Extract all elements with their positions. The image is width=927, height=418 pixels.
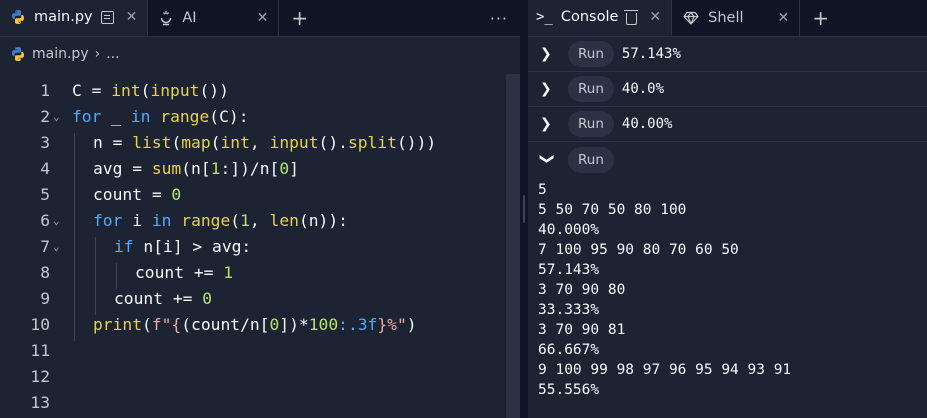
run-result: 40.0% [621, 81, 665, 97]
line-number: 8 [40, 262, 50, 282]
run-button[interactable]: Run [568, 41, 614, 67]
run-entry[interactable]: ❯ Run 40.0% [528, 72, 927, 107]
line-number: 13 [30, 392, 50, 412]
line-number: 1 [40, 80, 50, 100]
code-line: 9 count += 0 [0, 285, 500, 315]
console-output-line: 3 70 90 81 [538, 322, 626, 338]
tab-label: Shell [708, 10, 744, 26]
add-tab-button[interactable]: + [800, 0, 841, 36]
run-entry[interactable]: ❯ Run 40.00% [528, 107, 927, 142]
chevron-down-icon[interactable]: ❯ [539, 153, 555, 167]
chevron-right-icon[interactable]: ❯ [540, 116, 568, 132]
line-number: 10 [30, 314, 50, 334]
code-line: 4 avg = sum(n[1:])/n[0] [0, 155, 500, 185]
tab-label: main.py [34, 9, 93, 25]
console-output-line: 5 50 70 50 80 100 [538, 202, 687, 218]
editor-tabbar: main.py ✕ AI ✕ + ··· [0, 0, 520, 37]
breadcrumb: main.py › ... [0, 37, 520, 71]
line-number: 3 [40, 132, 50, 152]
breadcrumb-rest[interactable]: ... [106, 46, 119, 62]
close-icon[interactable]: ✕ [126, 9, 138, 25]
terminal-prompt-icon: >_ [536, 9, 553, 25]
line-number: 6 [40, 210, 50, 230]
close-icon[interactable]: ✕ [257, 10, 269, 26]
document-icon[interactable] [100, 10, 114, 24]
trash-icon[interactable] [624, 9, 639, 25]
close-icon[interactable]: ✕ [649, 9, 661, 25]
editor-pane: main.py ✕ AI ✕ + ··· main.py › ... 1 C =… [0, 0, 520, 418]
console-output-line: 55.556% [538, 382, 600, 398]
console-output-line: 5 [538, 182, 547, 198]
chevron-right-icon[interactable]: ❯ [540, 81, 568, 97]
line-number: 9 [40, 288, 50, 308]
editor-scrollbar[interactable] [506, 74, 520, 418]
code-line: 2 ⌄ for _ in range(C): [0, 103, 500, 129]
breadcrumb-file[interactable]: main.py [32, 46, 89, 62]
pane-resize-handle[interactable] [520, 0, 528, 418]
console-output-line: 7 100 95 90 80 70 60 50 [538, 242, 739, 258]
tab-ai[interactable]: AI ✕ [148, 0, 280, 36]
code-line: 5 count = 0 [0, 181, 500, 211]
run-entry-expanded[interactable]: ❯ Run [528, 142, 927, 177]
tab-console[interactable]: >_ Console ✕ [528, 0, 673, 36]
tab-label: AI [182, 10, 197, 26]
line-number: 12 [30, 366, 50, 386]
ai-icon [161, 11, 172, 26]
line-number: 5 [40, 184, 50, 204]
run-entry[interactable]: ❯ Run 57.143% [528, 37, 927, 72]
tab-main-py[interactable]: main.py ✕ [0, 0, 149, 36]
console-output-line: 57.143% [538, 262, 600, 278]
tab-label: Console [560, 9, 619, 25]
code-line: 1 C = int(input()) [0, 77, 500, 103]
code-line: 7 ⌄ if n[i] > avg: [0, 233, 500, 263]
code-editor[interactable]: 1 C = int(input()) 2 ⌄ for _ in range(C)… [0, 74, 520, 418]
code-line: 6 ⌄ for i in range(1, len(n)): [0, 207, 500, 237]
line-number: 7 [40, 236, 50, 256]
console-pane: >_ Console ✕ Shell ✕ + ❯ Run 57.143% ❯ R… [528, 0, 927, 418]
line-number: 4 [40, 158, 50, 178]
run-button[interactable]: Run [568, 76, 614, 102]
code-line: 3 n = list(map(int, input().split())) [0, 129, 500, 159]
close-icon[interactable]: ✕ [778, 10, 790, 26]
code-line: 13 [0, 389, 500, 415]
more-options-icon[interactable]: ··· [478, 0, 520, 36]
add-tab-button[interactable]: + [279, 0, 320, 36]
breadcrumb-separator: › [94, 46, 101, 62]
console-output[interactable]: 5 5 50 70 50 80 100 40.000% 7 100 95 90 80 … [538, 180, 927, 400]
line-number: 11 [30, 340, 50, 360]
python-icon [12, 47, 24, 61]
line-number: 2 [40, 106, 50, 126]
shell-icon [683, 11, 699, 25]
fold-chevron-icon[interactable]: ⌄ [50, 240, 72, 253]
code-line: 12 [0, 363, 500, 389]
python-icon [12, 10, 24, 24]
console-tabbar: >_ Console ✕ Shell ✕ + [528, 0, 927, 37]
console-output-line: 66.667% [538, 342, 600, 358]
run-button[interactable]: Run [568, 146, 614, 173]
run-button[interactable]: Run [568, 111, 614, 137]
code-line: 11 [0, 337, 500, 363]
console-output-line: 3 70 90 80 [538, 282, 626, 298]
tab-shell[interactable]: Shell ✕ [672, 0, 801, 36]
console-output-line: 33.333% [538, 302, 600, 318]
chevron-right-icon[interactable]: ❯ [540, 46, 568, 62]
console-output-line: 9 100 99 98 97 96 95 94 93 91 [538, 362, 792, 378]
fold-chevron-icon[interactable]: ⌄ [50, 110, 72, 123]
code-line: 8 count += 1 [0, 259, 500, 289]
code-line: 10 print(f"{(count/n[0])*100:.3f}%") [0, 311, 500, 341]
fold-chevron-icon[interactable]: ⌄ [50, 214, 72, 227]
run-result: 40.00% [621, 116, 673, 132]
run-result: 57.143% [621, 46, 681, 62]
console-output-line: 40.000% [538, 222, 600, 238]
